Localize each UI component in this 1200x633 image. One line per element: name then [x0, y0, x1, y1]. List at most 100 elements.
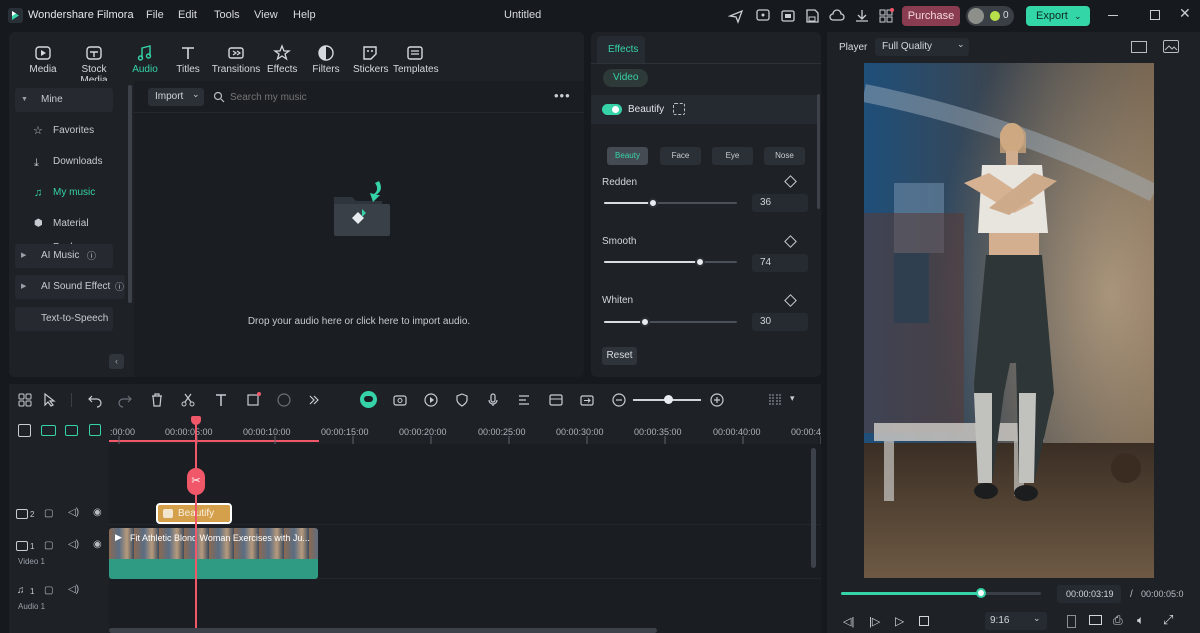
effects-scrollbar[interactable]: [817, 94, 820, 209]
subtab-eye[interactable]: Eye: [712, 147, 753, 165]
sidebar-item-my-music[interactable]: ♫ My music: [15, 181, 113, 205]
previous-frame-icon[interactable]: ◁|: [843, 615, 854, 628]
smooth-slider-handle[interactable]: [695, 257, 705, 267]
tab-effects[interactable]: Effects: [267, 32, 297, 81]
undo-icon[interactable]: [87, 392, 103, 408]
volume-icon[interactable]: 🔈︎: [1137, 613, 1144, 628]
speaker-icon[interactable]: ◁): [68, 539, 79, 550]
import-folder-icon[interactable]: [324, 179, 394, 241]
folder-icon[interactable]: ▢: [44, 585, 53, 596]
audio-mixer-icon[interactable]: [516, 392, 532, 408]
chevron-down-icon[interactable]: ▾: [790, 393, 795, 404]
restore-icon[interactable]: [1150, 10, 1160, 20]
whiten-slider-handle[interactable]: [640, 317, 650, 327]
tab-media[interactable]: Media: [25, 32, 61, 81]
snap-icon[interactable]: [89, 424, 101, 436]
timeline-horizontal-scrollbar[interactable]: [109, 628, 657, 633]
redden-slider-handle[interactable]: [648, 198, 658, 208]
import-dropdown[interactable]: Import ⌄: [148, 88, 204, 106]
reset-button[interactable]: Reset: [602, 347, 637, 365]
smooth-value-input[interactable]: 74: [752, 254, 808, 272]
tab-stickers[interactable]: Stickers: [353, 32, 389, 81]
feedback-icon[interactable]: [755, 8, 771, 24]
save-icon[interactable]: [804, 8, 820, 24]
sidebar-item-downloads[interactable]: ⤓ Downloads: [15, 150, 113, 174]
menu-tools[interactable]: Tools: [214, 9, 240, 21]
shield-icon[interactable]: [454, 392, 470, 408]
apps-grid-icon[interactable]: [878, 8, 894, 24]
zoom-in-icon[interactable]: [709, 392, 725, 408]
eye-icon[interactable]: ◉: [93, 539, 102, 550]
download-icon[interactable]: [854, 8, 870, 24]
add-track-icon[interactable]: [18, 424, 31, 437]
tab-titles[interactable]: Titles: [173, 32, 203, 81]
more-options-icon[interactable]: •••: [554, 88, 571, 103]
cloud-icon[interactable]: [829, 8, 845, 24]
tab-audio[interactable]: Audio: [129, 32, 161, 81]
text-tool-icon[interactable]: [213, 392, 229, 408]
quality-dropdown[interactable]: Full Quality ⌄: [875, 38, 969, 56]
auto-ripple-icon[interactable]: [65, 425, 78, 436]
mobile-preview-icon[interactable]: [1067, 615, 1076, 628]
grid-view-icon[interactable]: [1131, 41, 1147, 53]
menu-edit[interactable]: Edit: [178, 9, 197, 21]
menu-help[interactable]: Help: [293, 9, 316, 21]
subtab-nose[interactable]: Nose: [764, 147, 805, 165]
account-badge[interactable]: 0: [966, 6, 1014, 26]
search-input[interactable]: [230, 88, 430, 106]
crop-icon[interactable]: [245, 392, 261, 408]
sidebar-item-ai-sound-effect[interactable]: ▶ AI Sound Effect ⓘ: [15, 275, 125, 299]
redden-value-input[interactable]: 36: [752, 194, 808, 212]
menu-view[interactable]: View: [254, 9, 278, 21]
timeline-vertical-scrollbar[interactable]: [811, 448, 816, 568]
playhead-line[interactable]: [195, 416, 197, 633]
video-preview[interactable]: [864, 63, 1154, 578]
close-icon[interactable]: ✕: [1179, 5, 1191, 22]
send-icon[interactable]: [728, 8, 744, 24]
media-library-icon[interactable]: [780, 8, 796, 24]
drop-hint[interactable]: Drop your audio here or click here to im…: [134, 316, 584, 327]
layout-grid-icon[interactable]: [17, 392, 33, 408]
current-time[interactable]: 00:00:03:19: [1057, 585, 1121, 603]
tab-templates[interactable]: Templates: [393, 32, 439, 81]
scene-detect-icon[interactable]: [548, 392, 564, 408]
sidebar-item-mine[interactable]: ▼ Mine: [15, 88, 113, 112]
snapshot-icon[interactable]: [1163, 40, 1179, 53]
effect-clip-beautify[interactable]: Beautify: [156, 503, 232, 524]
display-icon[interactable]: [1089, 615, 1102, 625]
compare-icon[interactable]: [673, 103, 685, 115]
keyframe-diamond-icon[interactable]: [784, 235, 797, 248]
tab-effects-property[interactable]: Effects: [597, 36, 645, 63]
tab-stock-media[interactable]: Stock Media: [67, 32, 121, 86]
collapse-sidebar-button[interactable]: ‹: [109, 354, 124, 369]
sidebar-item-material-pack[interactable]: ⬢ Material Pack: [15, 212, 113, 253]
sidebar-item-ai-music[interactable]: ▶ AI Music ⓘ: [15, 244, 113, 268]
more-tools-icon[interactable]: [306, 392, 322, 408]
sidebar-item-text-to-speech[interactable]: Text-to-Speech: [15, 307, 113, 331]
tab-filters[interactable]: Filters: [311, 32, 341, 81]
zoom-slider-handle[interactable]: [664, 395, 673, 404]
tab-transitions[interactable]: Transitions: [211, 32, 261, 81]
subtab-beauty[interactable]: Beauty: [607, 147, 648, 165]
purchase-button[interactable]: Purchase: [902, 6, 960, 26]
select-tool-icon[interactable]: [42, 392, 58, 408]
whiten-value-input[interactable]: 30: [752, 313, 808, 331]
redo-icon[interactable]: [117, 392, 133, 408]
link-clips-icon[interactable]: [41, 425, 56, 436]
camera-icon[interactable]: ⎙: [1113, 613, 1123, 628]
track-layout-icon[interactable]: [767, 392, 783, 408]
help-icon[interactable]: ⓘ: [115, 275, 124, 299]
menu-file[interactable]: File: [146, 9, 164, 21]
replace-icon[interactable]: [579, 392, 595, 408]
split-scissors-icon[interactable]: [180, 392, 196, 408]
video-clip[interactable]: ▶ Fit Athletic Blond Woman Exercises wit…: [109, 528, 318, 579]
help-icon[interactable]: ⓘ: [87, 244, 96, 268]
subtab-face[interactable]: Face: [660, 147, 701, 165]
playback-progress-handle[interactable]: [976, 588, 986, 598]
sidebar-scrollbar[interactable]: [128, 85, 132, 303]
speed-icon[interactable]: [423, 392, 439, 408]
delete-icon[interactable]: [149, 392, 165, 408]
ai-mate-icon[interactable]: [360, 391, 377, 408]
next-frame-icon[interactable]: |▷: [869, 615, 880, 628]
keyframe-diamond-icon[interactable]: [784, 175, 797, 188]
